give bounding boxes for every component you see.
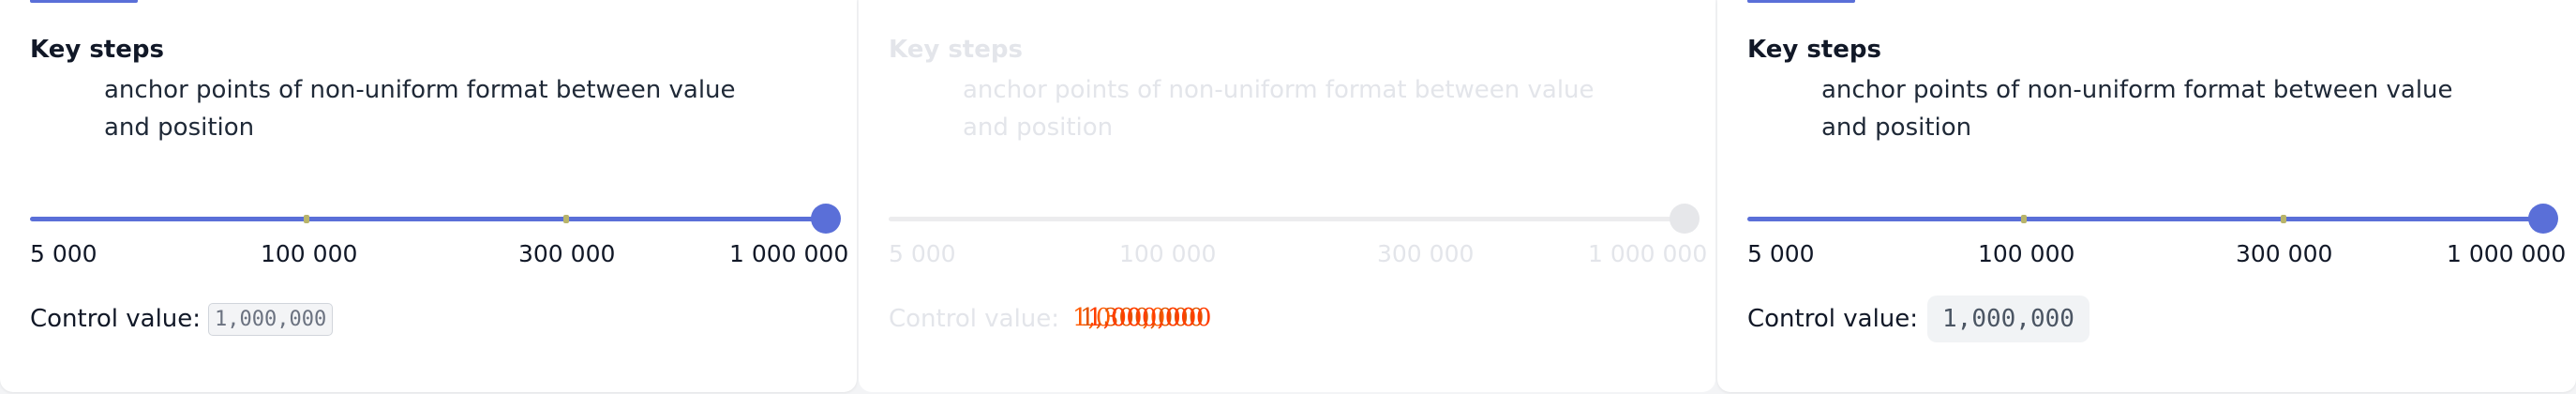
control-value-row: Control value: 1,000,000 1,300,000 1,000… [889, 300, 1232, 338]
card-heading: Key steps [30, 36, 164, 64]
slider-track[interactable] [30, 217, 823, 221]
slider-track[interactable] [889, 217, 1682, 221]
step-label: 1 000 000 [1588, 240, 1708, 267]
slider-track[interactable] [1747, 217, 2540, 221]
step-label: 300 000 [518, 240, 616, 267]
active-tab-indicator [1747, 0, 1855, 3]
control-value-row: Control value: 1,000,000 [1747, 296, 2089, 342]
step-label: 1 000 000 [2447, 240, 2567, 267]
step-label: 1 000 000 [729, 240, 849, 267]
step-label: 100 000 [261, 240, 358, 267]
slider-step-mark [304, 215, 309, 223]
control-value-label: Control value: [30, 305, 202, 333]
card-description: anchor points of non-uniform format betw… [104, 76, 736, 142]
control-value-ghost: 1,000,000 [1087, 304, 1212, 332]
control-value-display: 1,000,000 1,300,000 1,000,000 [1072, 300, 1232, 338]
slider-step-mark [563, 215, 569, 223]
slider-thumb[interactable] [1670, 204, 1700, 234]
card-heading: Key steps [1747, 36, 1881, 64]
slider-step-mark [2021, 215, 2027, 223]
step-label: 5 000 [1747, 240, 1815, 267]
step-label: 5 000 [30, 240, 97, 267]
control-value-display: 1,000,000 [208, 302, 334, 336]
control-value-label: Control value: [889, 305, 1060, 333]
step-label: 5 000 [889, 240, 956, 267]
slider-card-3: Key steps anchor points of non-uniform f… [1717, 0, 2576, 392]
slider-card-2: Key steps anchor points of non-uniform f… [859, 0, 1715, 392]
slider-card-1: Key steps anchor points of non-uniform f… [0, 0, 857, 392]
card-description: anchor points of non-uniform format betw… [963, 76, 1595, 142]
step-label: 300 000 [2236, 240, 2333, 267]
slider-thumb[interactable] [2528, 204, 2558, 234]
card-heading: Key steps [889, 36, 1023, 64]
slider-thumb[interactable] [811, 204, 841, 234]
active-tab-indicator [30, 0, 138, 3]
step-label: 300 000 [1377, 240, 1475, 267]
slider-step-mark [2281, 215, 2286, 223]
step-label: 100 000 [1119, 240, 1217, 267]
control-value-row: Control value: 1,000,000 [30, 300, 334, 338]
control-value-label: Control value: [1747, 305, 1919, 333]
control-value-display: 1,000,000 [1927, 296, 2089, 342]
card-description: anchor points of non-uniform format betw… [1821, 76, 2453, 142]
step-label: 100 000 [1978, 240, 2075, 267]
